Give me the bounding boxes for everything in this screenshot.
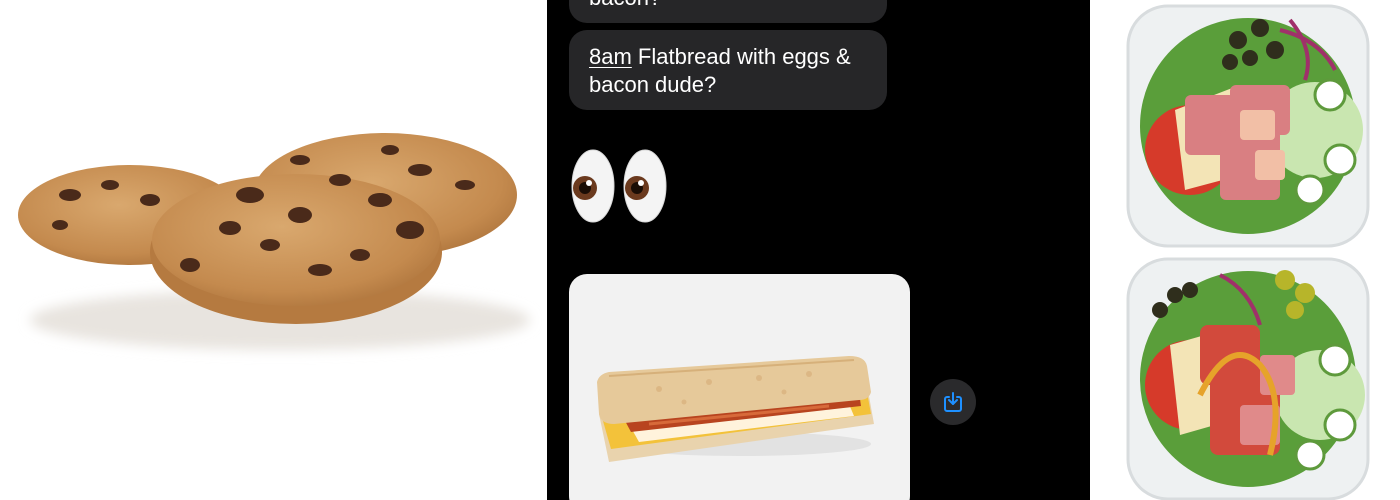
salads-image-panel (1090, 0, 1400, 500)
image-attachment[interactable] (569, 274, 910, 500)
previous-message-bubble[interactable]: bacon? (569, 0, 887, 23)
save-image-button[interactable] (930, 379, 976, 425)
message-time-link[interactable]: 8am (589, 44, 632, 69)
message-text-line2: bacon dude? (589, 72, 717, 97)
chat-thread: bacon? 8am Flatbread with eggs & bacon d… (547, 0, 1090, 500)
italian-salad-bowl-image (1126, 257, 1370, 500)
cookies-image-panel (0, 0, 547, 500)
chef-salad-bowl-image (1126, 4, 1370, 248)
save-to-photos-icon (944, 392, 962, 412)
flatbread-sandwich-image (597, 356, 874, 462)
message-bubble[interactable]: 8am Flatbread with eggs & bacon dude? (569, 30, 887, 110)
chocolate-chip-cookies-image (18, 133, 530, 350)
previous-message-text: bacon? (589, 0, 661, 10)
eyes-emoji[interactable] (571, 148, 671, 228)
message-text-line1: Flatbread with eggs & (637, 44, 851, 69)
